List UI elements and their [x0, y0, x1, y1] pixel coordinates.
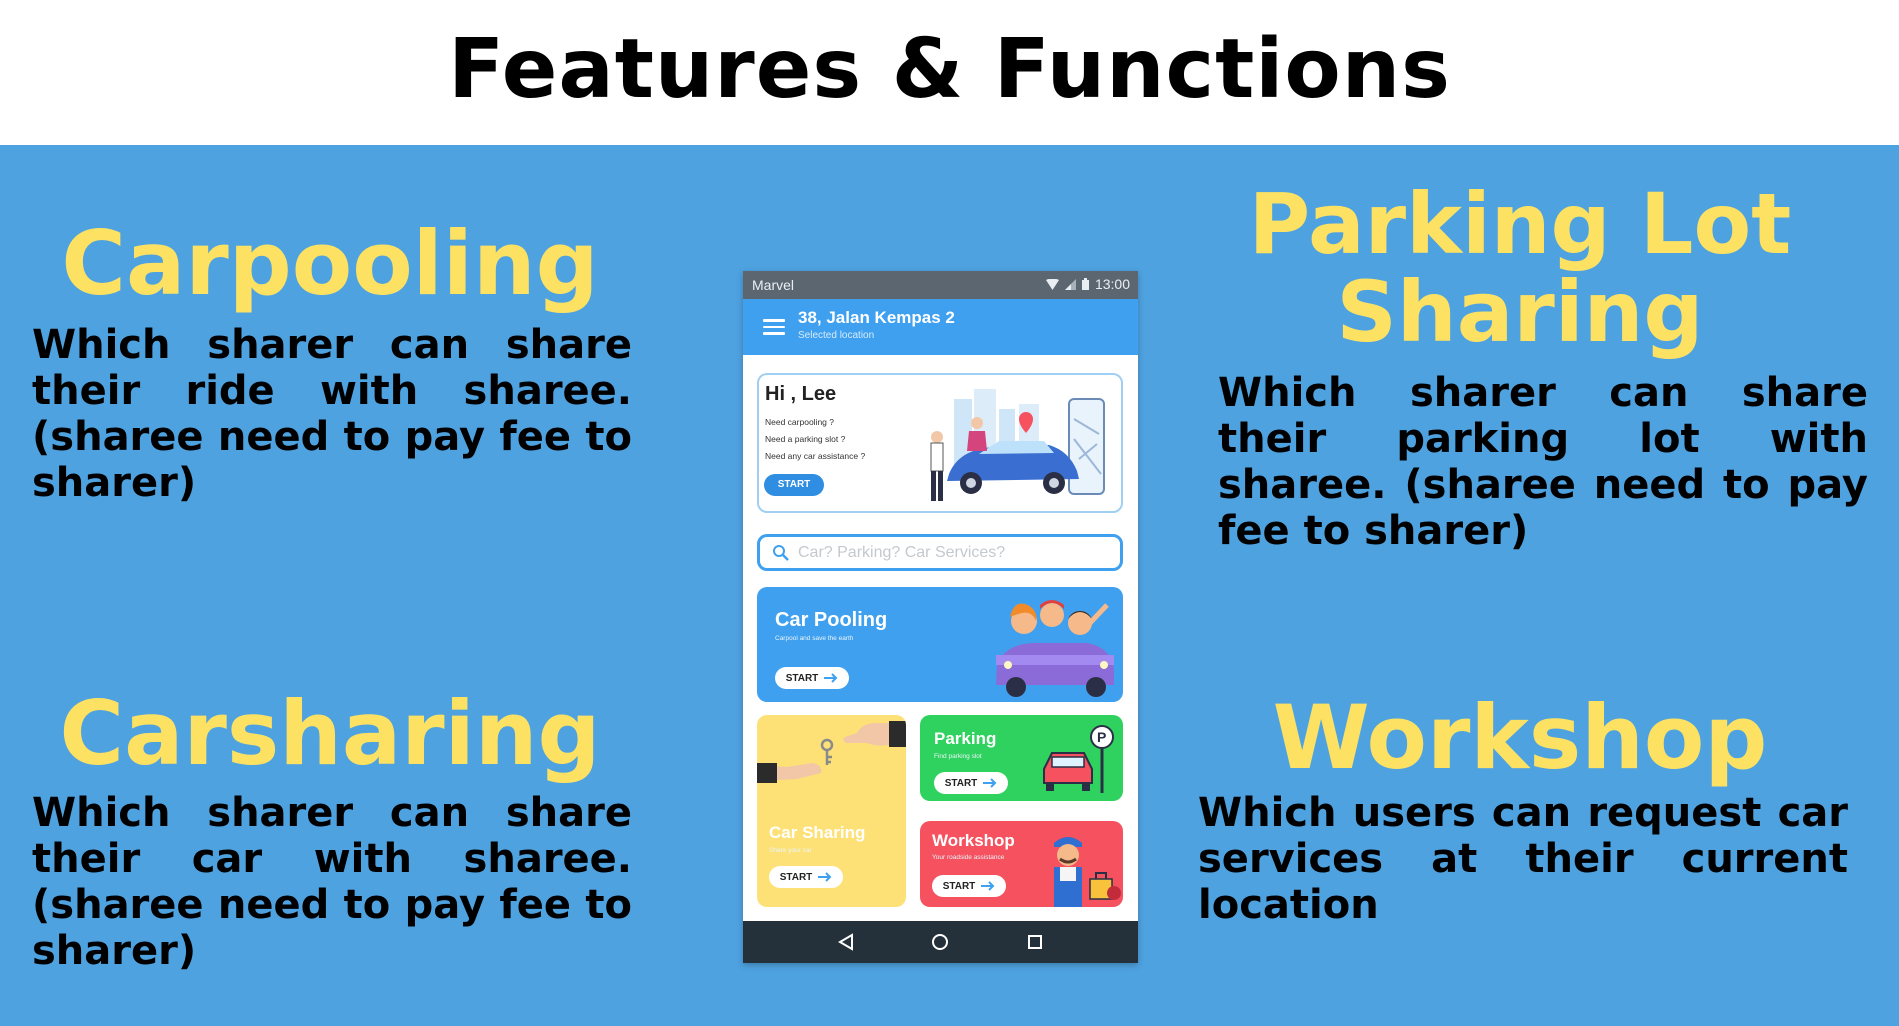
- car-sharing-subtitle: Share your car: [769, 847, 812, 854]
- greeting-line: Need carpooling ?: [765, 417, 834, 427]
- android-nav-bar: [743, 921, 1138, 963]
- search-box[interactable]: [757, 534, 1123, 571]
- arrow-right-icon: [824, 673, 838, 683]
- car-sharing-card[interactable]: Car Sharing Share your car START: [757, 715, 906, 907]
- car-pooling-title: Car Pooling: [775, 609, 888, 631]
- arrow-right-icon: [818, 872, 832, 882]
- selected-location-label: Selected location: [798, 330, 875, 341]
- greeting-line: Need a parking slot ?: [765, 434, 846, 444]
- menu-icon[interactable]: [763, 319, 785, 335]
- parking-subtitle: Find parking slot: [934, 753, 982, 760]
- greeting-card: Hi , Lee Need carpooling ? Need a parkin…: [757, 373, 1123, 513]
- battery-icon: [1081, 278, 1089, 290]
- carpool-friends-illustration: [996, 600, 1114, 697]
- signal-icon: [1064, 278, 1076, 290]
- carpooling-title: Carpooling: [61, 212, 599, 315]
- back-icon[interactable]: [835, 931, 857, 953]
- carsharing-title: Carsharing: [59, 682, 601, 785]
- car-pooling-start-button[interactable]: START: [775, 667, 849, 689]
- car-sharing-title: Car Sharing: [769, 823, 866, 842]
- search-icon: [773, 545, 789, 561]
- status-time: 13:00: [1094, 276, 1130, 292]
- parking-start-button[interactable]: START: [934, 772, 1008, 794]
- phone-screenshot: Marvel 13:00 38, Jalan Kempas 2 Selected…: [743, 271, 1138, 963]
- workshop-tile-title: Workshop: [932, 831, 1015, 850]
- workshop-description: Which users can request car services at …: [1198, 790, 1848, 928]
- greeting-title: Hi , Lee: [765, 383, 837, 405]
- arrow-right-icon: [983, 778, 997, 788]
- start-label: START: [944, 777, 978, 789]
- search-input[interactable]: [798, 542, 1108, 564]
- wifi-icon: [1045, 278, 1059, 290]
- key-handover-illustration: [757, 721, 906, 783]
- start-label: START: [779, 871, 813, 883]
- status-bar: Marvel 13:00: [743, 271, 1138, 299]
- home-icon[interactable]: [929, 931, 951, 953]
- start-label: START: [942, 880, 976, 892]
- mechanic-illustration: [1054, 837, 1121, 907]
- svg-text:P: P: [1097, 729, 1106, 745]
- greeting-start-button[interactable]: START: [764, 474, 824, 496]
- parking-lot-sharing-description: Which sharer can share their parking lot…: [1218, 370, 1868, 554]
- parking-car-illustration: P: [1043, 725, 1114, 793]
- start-label: START: [785, 672, 819, 684]
- greeting-line: Need any car assistance ?: [765, 451, 866, 461]
- slide-title: Features & Functions: [448, 22, 1451, 117]
- carpooling-description: Which sharer can share their ride with s…: [32, 322, 632, 506]
- parking-title: Parking: [934, 729, 997, 748]
- carrier-label: Marvel: [752, 277, 795, 293]
- recents-icon[interactable]: [1024, 931, 1046, 953]
- city-car-illustration: [930, 389, 1105, 501]
- workshop-start-button[interactable]: START: [932, 875, 1006, 897]
- slide-header: Features & Functions: [0, 0, 1899, 145]
- parking-card[interactable]: Parking Find parking slot START P: [920, 715, 1123, 801]
- workshop-card[interactable]: Workshop Your roadside assistance START: [920, 821, 1123, 907]
- car-pooling-subtitle: Carpool and save the earth: [775, 635, 854, 642]
- workshop-title: Workshop: [1272, 686, 1768, 789]
- arrow-right-icon: [981, 881, 995, 891]
- car-sharing-start-button[interactable]: START: [769, 866, 843, 888]
- workshop-subtitle: Your roadside assistance: [932, 854, 1005, 861]
- app-bar: 38, Jalan Kempas 2 Selected location: [743, 299, 1138, 355]
- car-pooling-card[interactable]: Car Pooling Carpool and save the earth S…: [757, 587, 1123, 702]
- selected-location[interactable]: 38, Jalan Kempas 2: [798, 308, 955, 328]
- parking-lot-sharing-title: Parking Lot Sharing: [1248, 175, 1792, 362]
- carsharing-description: Which sharer can share their car with sh…: [32, 790, 632, 974]
